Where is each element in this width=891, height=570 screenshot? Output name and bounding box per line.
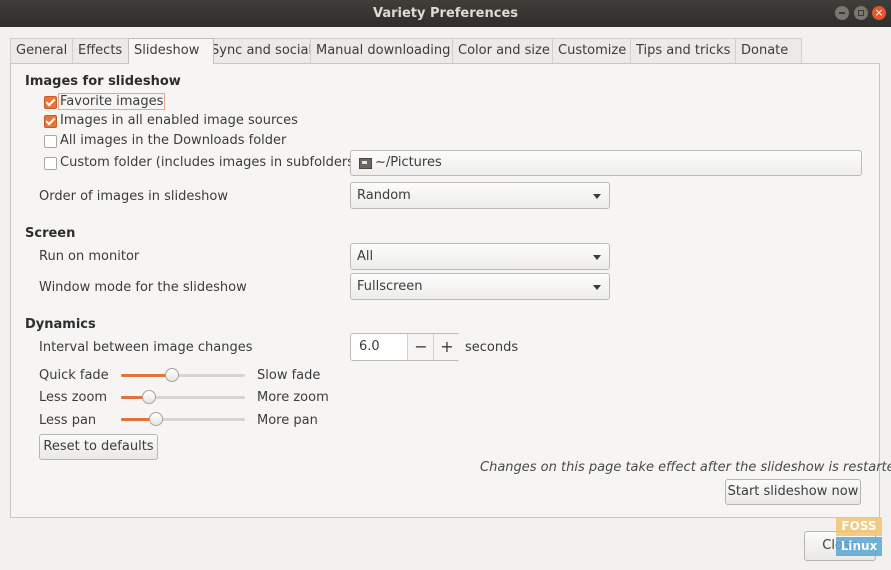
favorite-images-label[interactable]: Favorite images [57,93,166,110]
tab-color-and-size[interactable]: Color and size [452,38,558,63]
favorite-images-checkbox[interactable] [44,96,57,109]
monitor-value: All [357,249,374,264]
folder-icon [359,158,372,169]
interval-unit: seconds [465,340,519,355]
fosslinux-watermark: FOSS Linux [836,517,882,557]
fade-right-label: Slow fade [257,368,321,383]
monitor-label: Run on monitor [39,249,140,264]
zoom-slider[interactable] [121,390,245,406]
images-section-title: Images for slideshow [25,74,181,89]
window-mode-label: Window mode for the slideshow [39,280,247,295]
close-window-icon[interactable]: × [872,6,886,20]
title-bar: Variety Preferences [0,0,891,27]
pan-slider[interactable] [121,412,245,428]
slideshow-panel: Images for slideshow Favorite images Ima… [10,63,891,518]
tab-customize[interactable]: Customize [552,38,636,63]
order-dropdown[interactable]: Random [350,182,610,209]
zoom-right-label: More zoom [257,390,329,405]
watermark-bottom: Linux [836,537,882,556]
tab-general[interactable]: General [10,38,78,63]
custom-folder-chooser[interactable]: ~/Pictures [350,150,862,176]
interval-value[interactable]: 6.0 [359,334,380,360]
minimize-icon[interactable] [835,6,849,20]
restart-note: Changes on this page take effect after t… [480,460,891,475]
tab-tips-and-tricks[interactable]: Tips and tricks [630,38,741,63]
chevron-down-icon [593,194,601,199]
order-label: Order of images in slideshow [39,189,228,204]
slider-knob[interactable] [165,368,179,382]
screen-section-title: Screen [25,226,76,241]
dynamics-section-title: Dynamics [25,317,96,332]
chevron-down-icon [593,255,601,260]
custom-folder-value: ~/Pictures [375,155,442,170]
increment-button[interactable]: + [433,334,460,360]
slider-knob[interactable] [142,390,156,404]
custom-folder-label[interactable]: Custom folder (includes images in subfol… [60,155,359,170]
downloads-folder-checkbox[interactable] [44,135,57,148]
zoom-left-label: Less zoom [39,390,108,405]
tab-sync-and-social[interactable]: Sync and social [205,38,316,63]
slider-knob[interactable] [149,412,163,426]
fade-slider[interactable] [121,368,245,384]
tab-manual-downloading[interactable]: Manual downloading [310,38,459,63]
maximize-icon[interactable] [854,6,868,20]
fade-left-label: Quick fade [39,368,109,383]
enabled-sources-label[interactable]: Images in all enabled image sources [60,113,298,128]
chevron-down-icon [593,285,601,290]
pan-left-label: Less pan [39,413,97,428]
tab-slideshow[interactable]: Slideshow [128,38,214,64]
downloads-folder-label[interactable]: All images in the Downloads folder [60,133,286,148]
start-slideshow-button[interactable]: Start slideshow now [725,479,861,505]
window-mode-dropdown[interactable]: Fullscreen [350,273,610,300]
order-value: Random [357,188,411,203]
enabled-sources-checkbox[interactable] [44,115,57,128]
tab-donate[interactable]: Donate [735,38,802,63]
interval-spinner[interactable]: 6.0 − + [350,333,460,361]
watermark-top: FOSS [836,517,882,536]
custom-folder-checkbox[interactable] [44,157,57,170]
monitor-dropdown[interactable]: All [350,243,610,270]
decrement-button[interactable]: − [407,334,434,360]
window-title: Variety Preferences [373,6,518,21]
pan-right-label: More pan [257,413,318,428]
reset-defaults-button[interactable]: Reset to defaults [39,434,158,460]
window-mode-value: Fullscreen [357,279,423,294]
interval-label: Interval between image changes [39,340,253,355]
